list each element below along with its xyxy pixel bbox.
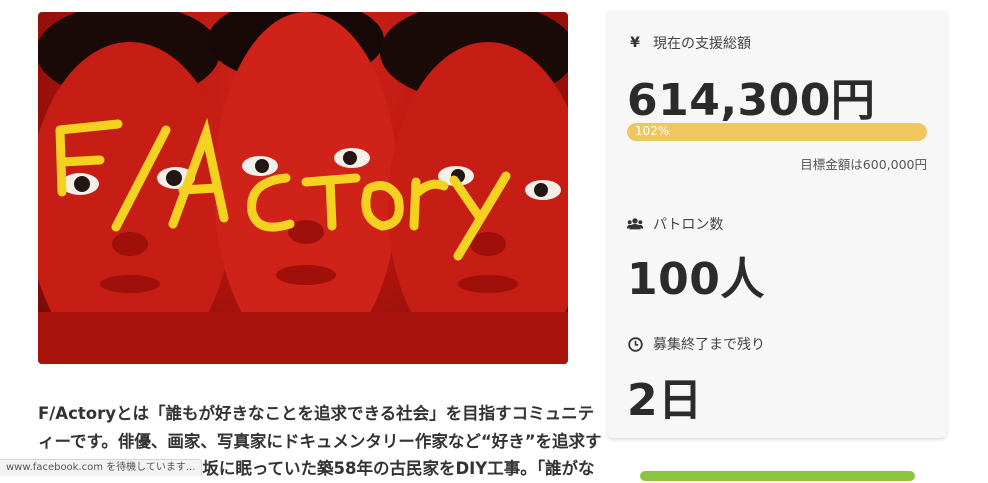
project-stats-card: ¥ 現在の支援総額 614,300円 102% 目標金額は600,000円 パト… [607, 10, 947, 438]
target-amount: 目標金額は600,000円 [800, 157, 927, 172]
funding-amount: 614,300円 [627, 75, 876, 126]
browser-status-bar: www.facebook.com を待機しています... [0, 459, 203, 476]
yen-icon: ¥ [630, 35, 640, 51]
remaining-label: 募集終了まで残り [653, 337, 765, 353]
support-button[interactable] [640, 471, 915, 481]
patrons-label: パトロン数 [653, 217, 724, 233]
users-icon [627, 216, 643, 232]
description-line: F/Actoryとは「誰もが好きなことを追求できる社会」を目指すコミュニテ [38, 404, 595, 423]
funding-label: 現在の支援総額 [653, 36, 751, 52]
description-line: ィーです。俳優、画家、写真家にドキュメンタリー作家など“好き”を追求す [38, 431, 602, 451]
progress-fill [627, 123, 927, 141]
patrons-label-row: パトロン数 [627, 214, 723, 234]
progress-percent: 102% [635, 124, 670, 138]
patrons-count: 100人 [627, 254, 765, 305]
funding-progress-bar: 102% [627, 123, 927, 141]
remaining-days: 2日 [627, 375, 703, 426]
remaining-label-row: 募集終了まで残り [627, 334, 765, 354]
funding-label-row: ¥ 現在の支援総額 [627, 33, 751, 53]
clock-icon [627, 336, 643, 352]
project-hero-image [38, 12, 568, 364]
